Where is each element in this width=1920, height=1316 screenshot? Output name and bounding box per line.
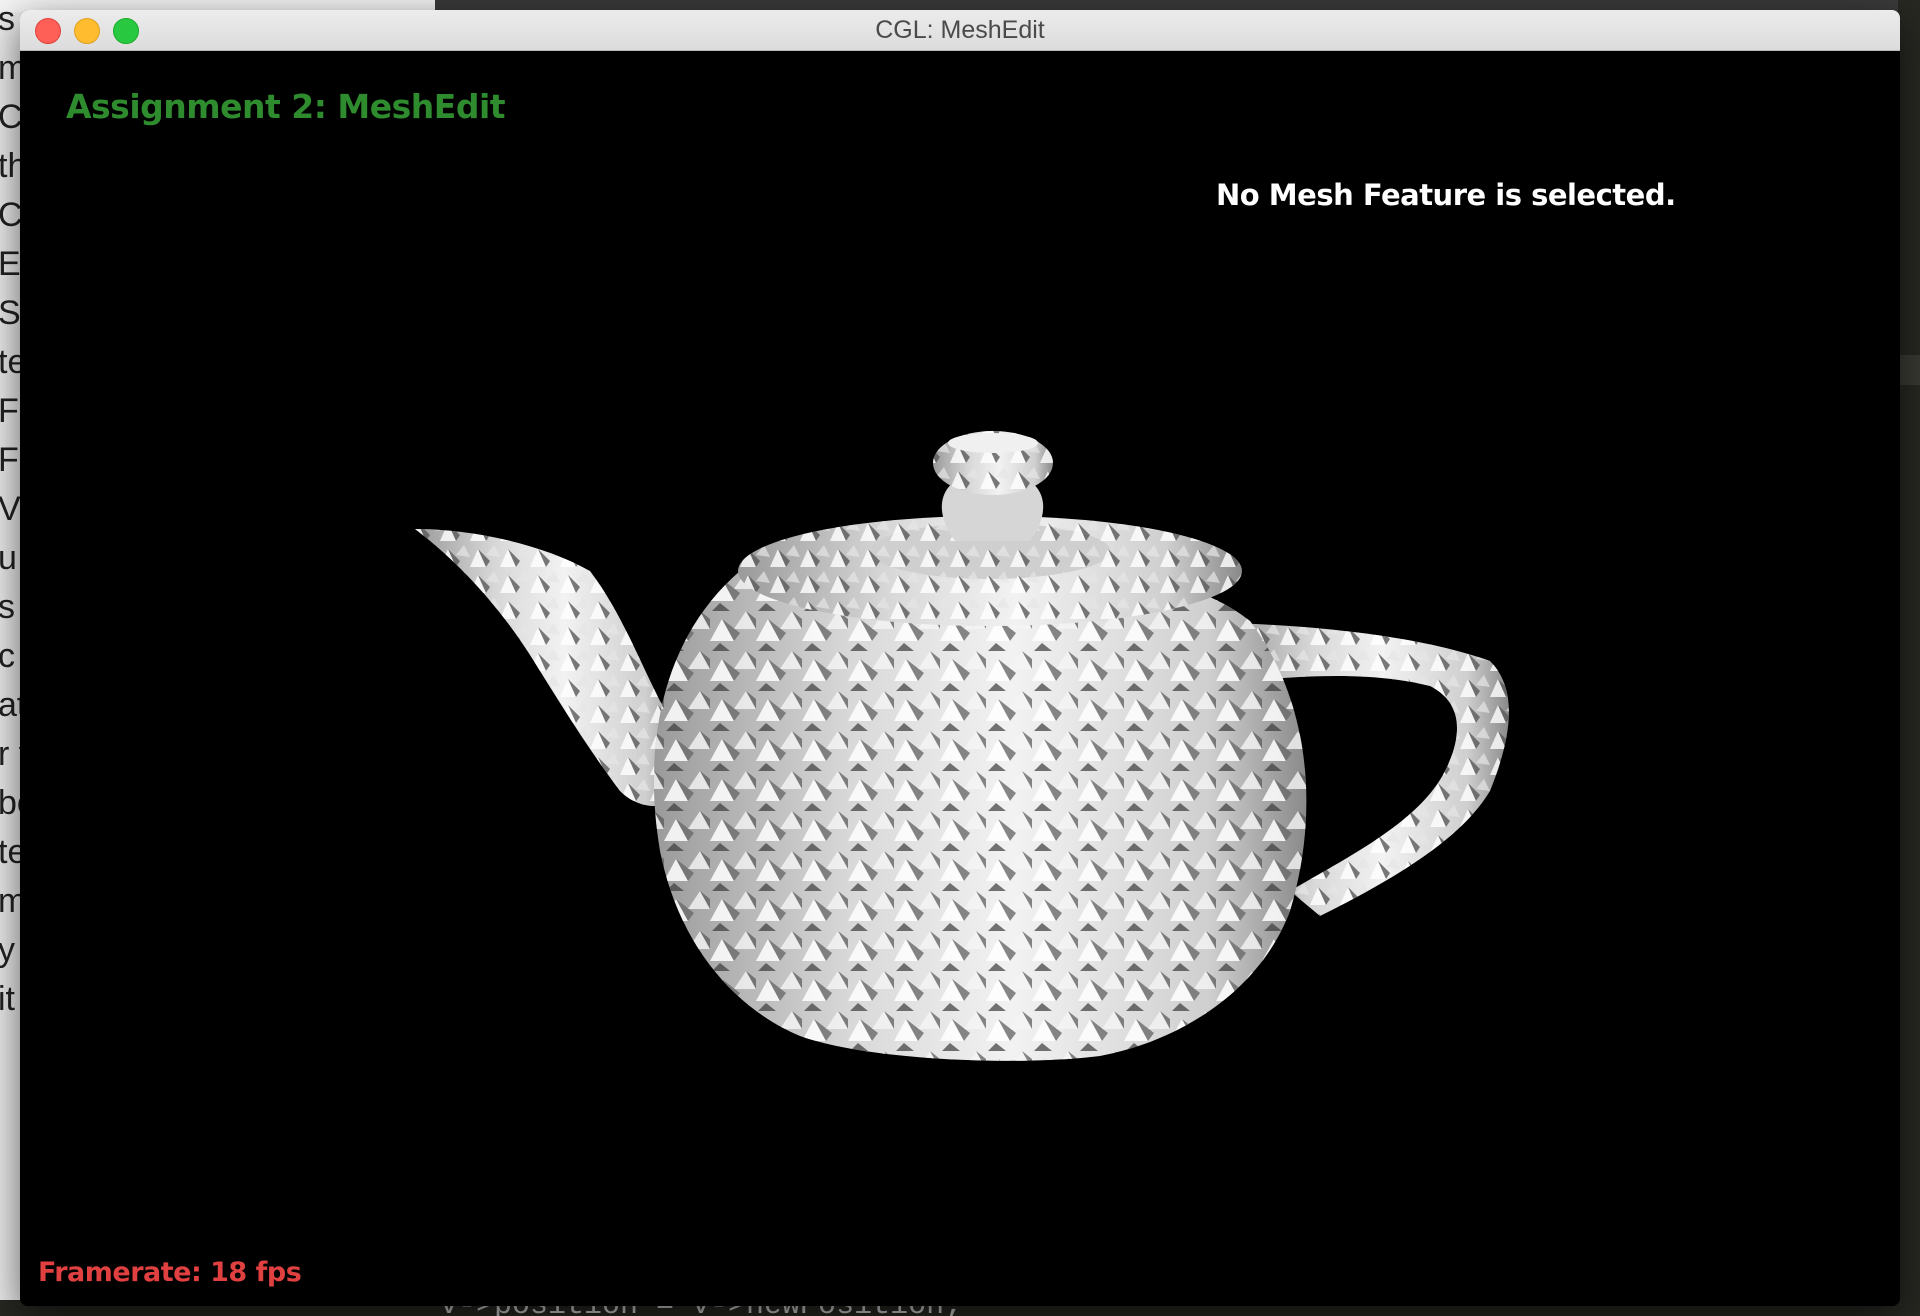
- title-bar[interactable]: CGL: MeshEdit: [20, 10, 1900, 51]
- window-title: CGL: MeshEdit: [875, 16, 1045, 44]
- teapot-knob: [933, 431, 1053, 541]
- background-editor-right: [1898, 0, 1920, 1316]
- app-window: CGL: MeshEdit Assignment 2: MeshEdit No …: [20, 10, 1900, 1306]
- background-editor-marker: [1900, 355, 1920, 385]
- framerate-readout: Framerate: 18 fps: [38, 1257, 302, 1288]
- selection-status: No Mesh Feature is selected.: [1216, 178, 1676, 212]
- teapot-mesh[interactable]: [20, 51, 1900, 1306]
- teapot-body: [653, 563, 1307, 1061]
- teapot-spout: [415, 529, 687, 806]
- render-viewport[interactable]: Assignment 2: MeshEdit No Mesh Feature i…: [20, 51, 1900, 1306]
- app-heading: Assignment 2: MeshEdit: [66, 87, 506, 126]
